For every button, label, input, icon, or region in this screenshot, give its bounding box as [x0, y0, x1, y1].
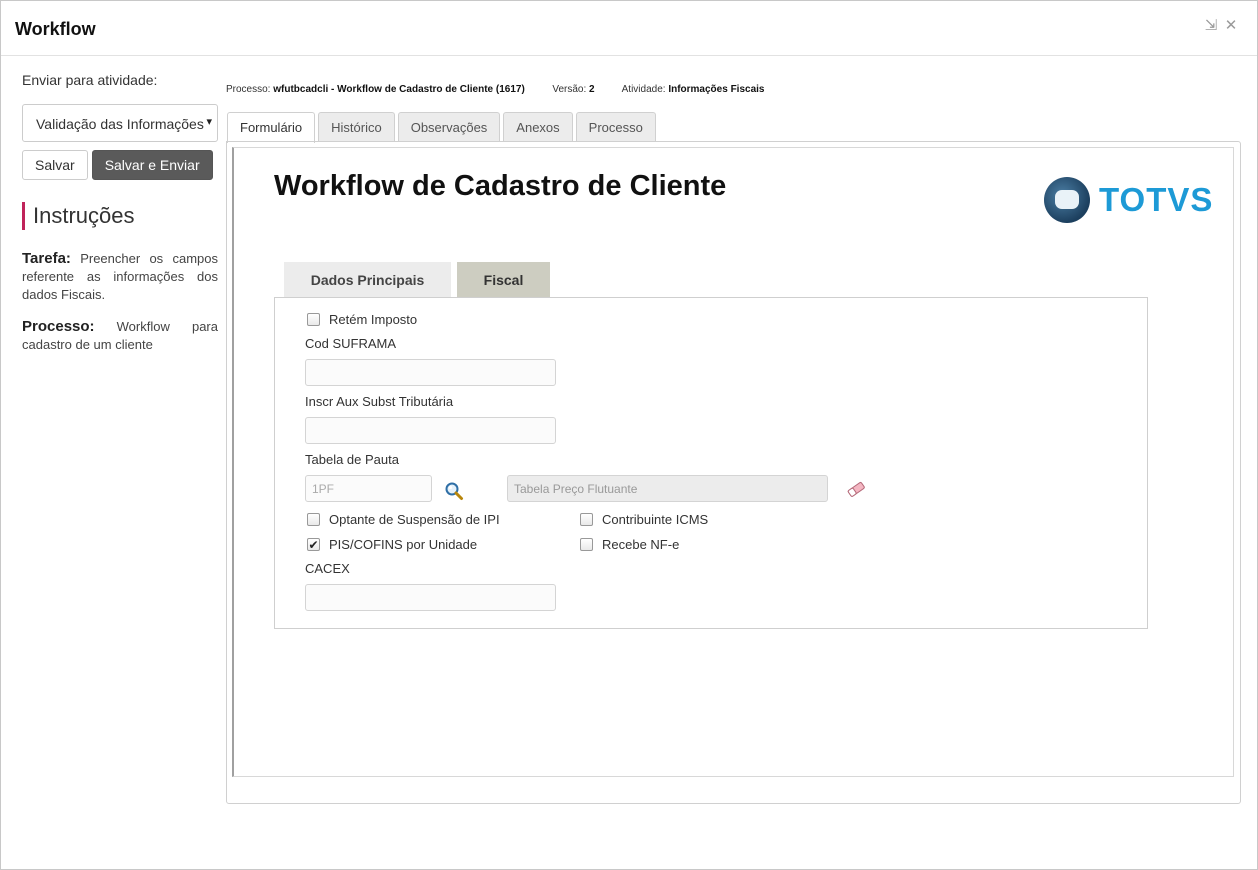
inscr-aux-field[interactable] — [305, 417, 556, 444]
totvs-logo: TOTVS — [1044, 177, 1213, 223]
recebe-nfe-label: Recebe NF-e — [602, 537, 680, 552]
tabela-pauta-code-field[interactable]: 1PF — [305, 475, 432, 502]
version-value: 2 — [589, 84, 595, 95]
activity-label: Enviar para atividade: — [22, 72, 158, 88]
save-and-send-button[interactable]: Salvar e Enviar — [91, 150, 213, 180]
optante-ipi-label: Optante de Suspensão de IPI — [329, 512, 500, 527]
tab-processo[interactable]: Processo — [575, 112, 656, 142]
title-bar-icons: ⇲ ✕ — [1203, 17, 1239, 35]
recebe-nfe-checkbox[interactable] — [580, 538, 593, 551]
optante-ipi-row: Optante de Suspensão de IPI — [307, 512, 500, 527]
pis-cofins-checkbox[interactable]: ✔ — [307, 538, 320, 551]
task-label: Tarefa: — [22, 250, 71, 267]
instructions-title: Instruções — [22, 202, 218, 230]
totvs-logo-text: TOTVS — [1099, 181, 1214, 218]
contribuinte-icms-checkbox[interactable] — [580, 513, 593, 526]
form-title: Workflow de Cadastro de Cliente — [274, 170, 727, 202]
process-label: Processo: — [22, 318, 95, 335]
process-instructions: Processo: Workflow para cadastro de um c… — [22, 318, 218, 354]
eraser-icon[interactable] — [845, 480, 867, 498]
cacex-field[interactable] — [305, 584, 556, 611]
optante-ipi-checkbox[interactable] — [307, 513, 320, 526]
contribuinte-icms-row: Contribuinte ICMS — [580, 512, 708, 527]
tab-observacoes[interactable]: Observações — [397, 112, 501, 142]
tabela-pauta-description-field: Tabela Preço Flutuante — [507, 475, 828, 502]
fiscal-fieldset — [274, 297, 1148, 629]
version-label: Versão: — [552, 84, 590, 95]
activity-select[interactable]: Validação das Informações ▾ — [22, 104, 218, 142]
restore-icon[interactable]: ⇲ — [1203, 17, 1219, 35]
tabela-pauta-label: Tabela de Pauta — [305, 452, 399, 467]
process-info: Processo: wfutbcadcli - Workflow de Cada… — [226, 84, 764, 95]
totvs-logo-icon — [1044, 177, 1090, 223]
tab-fiscal[interactable]: Fiscal — [457, 262, 550, 298]
recebe-nfe-row: Recebe NF-e — [580, 537, 679, 552]
contribuinte-icms-label: Contribuinte ICMS — [602, 512, 709, 527]
tab-anexos[interactable]: Anexos — [503, 112, 573, 142]
form-tabs: Dados Principais Fiscal — [284, 262, 550, 298]
window-title: Workflow — [15, 19, 96, 39]
activity-info-label: Atividade: — [621, 84, 669, 95]
close-icon[interactable]: ✕ — [1223, 17, 1239, 35]
chevron-down-icon: ▾ — [204, 115, 212, 128]
inscr-aux-label: Inscr Aux Subst Tributária — [305, 394, 454, 409]
main-tabs: Formulário Histórico Observações Anexos … — [227, 112, 656, 143]
tab-historico[interactable]: Histórico — [318, 112, 395, 142]
task-instructions: Tarefa: Preencher os campos referente as… — [22, 250, 218, 304]
process-info-value: wfutbcadcli - Workflow de Cadastro de Cl… — [273, 84, 525, 95]
activity-info-value: Informações Fiscais — [668, 84, 765, 95]
tab-dados-principais[interactable]: Dados Principais — [284, 262, 451, 298]
tab-formulario[interactable]: Formulário — [227, 112, 316, 143]
save-button[interactable]: Salvar — [22, 150, 88, 180]
cod-suframa-field[interactable] — [305, 359, 556, 386]
pis-cofins-label: PIS/COFINS por Unidade — [329, 537, 478, 552]
title-bar: Workflow ⇲ ✕ — [1, 1, 1257, 56]
retem-imposto-checkbox[interactable] — [307, 313, 320, 326]
pis-cofins-row: ✔ PIS/COFINS por Unidade — [307, 537, 477, 552]
cod-suframa-label: Cod SUFRAMA — [305, 336, 397, 351]
retem-imposto-row: Retém Imposto — [307, 312, 417, 327]
retem-imposto-label: Retém Imposto — [329, 312, 418, 327]
search-icon[interactable] — [444, 481, 464, 501]
cacex-label: CACEX — [305, 561, 350, 576]
action-buttons: Salvar Salvar e Enviar — [22, 150, 218, 180]
sidebar: Enviar para atividade: Validação das Inf… — [22, 72, 218, 354]
process-info-label: Processo: — [226, 84, 274, 95]
activity-select-value: Validação das Informações — [36, 116, 204, 132]
